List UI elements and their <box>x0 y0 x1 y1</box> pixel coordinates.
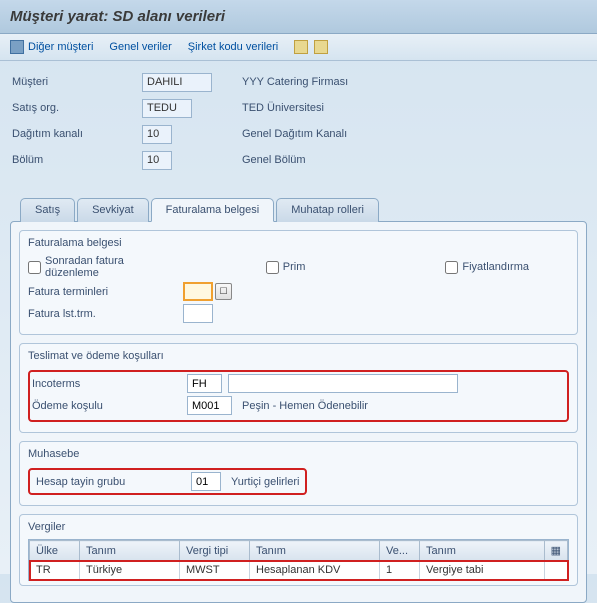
tax-class[interactable]: 1 <box>380 561 420 580</box>
col-desc2[interactable]: Tanım <box>250 541 380 561</box>
general-data-link[interactable]: Genel veriler <box>109 41 171 53</box>
pricing-label: Fiyatlandırma <box>462 261 529 273</box>
tax-desc2: Hesaplanan KDV <box>250 561 380 580</box>
delivery-payment-group: Teslimat ve ödeme koşulları Incoterms Öd… <box>19 343 578 433</box>
tax-type[interactable]: MWST <box>180 561 250 580</box>
invoice-terms-f4[interactable]: ☐ <box>215 283 232 300</box>
dist-channel-input[interactable] <box>142 125 172 144</box>
acct-assign-desc: Yurtiçi gelirleri <box>231 476 299 488</box>
later-invoice-label: Sonradan fatura düzenleme <box>45 255 166 279</box>
taxes-group: Vergiler Ülke Tanım Vergi tipi Tanım Ve.… <box>19 514 578 586</box>
customer-input[interactable] <box>142 73 212 92</box>
tax-row[interactable]: TR Türkiye MWST Hesaplanan KDV 1 Vergiye… <box>30 561 568 580</box>
pricing-checkbox-wrap[interactable]: Fiyatlandırma <box>445 261 529 274</box>
tax-table: Ülke Tanım Vergi tipi Tanım Ve... Tanım … <box>29 540 568 580</box>
dist-channel-desc: Genel Dağıtım Kanalı <box>242 128 347 140</box>
sales-org-desc: TED Üniversitesi <box>242 102 324 114</box>
col-desc3[interactable]: Tanım <box>420 541 545 561</box>
later-invoice-checkbox[interactable] <box>28 261 41 274</box>
prim-checkbox-wrap[interactable]: Prim <box>266 261 306 274</box>
tax-country[interactable]: TR <box>30 561 80 580</box>
col-country[interactable]: Ülke <box>30 541 80 561</box>
tab-sales[interactable]: Satış <box>20 198 75 222</box>
delivery-payment-title: Teslimat ve ödeme koşulları <box>28 348 569 368</box>
delivery-highlight: Incoterms Ödeme koşulu Peşin - Hemen Öde… <box>28 370 569 422</box>
tax-desc: Türkiye <box>80 561 180 580</box>
incoterms-label: Incoterms <box>32 378 187 390</box>
dist-channel-label: Dağıtım kanalı <box>12 128 142 140</box>
other-customer-label: Diğer müşteri <box>28 41 93 53</box>
title-bar: Müşteri yarat: SD alanı verileri <box>0 0 597 34</box>
invoice-list-input[interactable] <box>183 304 213 323</box>
col-tax-class[interactable]: Ve... <box>380 541 420 561</box>
tab-partners[interactable]: Muhatap rolleri <box>276 198 379 222</box>
tax-desc3: Vergiye tabi <box>420 561 545 580</box>
division-label: Bölüm <box>12 154 142 166</box>
billing-doc-group: Faturalama belgesi Sonradan fatura düzen… <box>19 230 578 335</box>
tab-billing[interactable]: Faturalama belgesi <box>151 198 275 222</box>
customer-desc: YYY Catering Firması <box>242 76 348 88</box>
pricing-checkbox[interactable] <box>445 261 458 274</box>
acct-assign-input[interactable] <box>191 472 221 491</box>
tab-shipping[interactable]: Sevkiyat <box>77 198 149 222</box>
accounting-group: Muhasebe Hesap tayin grubu Yurtiçi gelir… <box>19 441 578 506</box>
toolbar: Diğer müşteri Genel veriler Şirket kodu … <box>0 34 597 61</box>
sales-org-label: Satış org. <box>12 102 142 114</box>
division-input[interactable] <box>142 151 172 170</box>
incoterms-input[interactable] <box>187 374 222 393</box>
header-form: Müşteri YYY Catering Firması Satış org. … <box>0 61 597 185</box>
payment-terms-label: Ödeme koşulu <box>32 400 187 412</box>
invoice-list-label: Fatura lst.trm. <box>28 308 183 320</box>
acct-assign-label: Hesap tayin grubu <box>36 476 191 488</box>
other-customer-icon <box>10 40 24 54</box>
accounting-title: Muhasebe <box>28 446 569 466</box>
tax-row-tools <box>544 561 567 580</box>
doc-icon-2[interactable] <box>314 40 328 54</box>
tab-strip: Satış Sevkiyat Faturalama belgesi Muhata… <box>0 197 597 221</box>
invoice-terms-label: Fatura terminleri <box>28 286 183 298</box>
accounting-highlight: Hesap tayin grubu Yurtiçi gelirleri <box>28 468 307 495</box>
col-tax-type[interactable]: Vergi tipi <box>180 541 250 561</box>
billing-doc-title: Faturalama belgesi <box>28 235 569 255</box>
company-code-data-link[interactable]: Şirket kodu verileri <box>188 41 278 53</box>
doc-icon-1[interactable] <box>294 40 308 54</box>
division-desc: Genel Bölüm <box>242 154 306 166</box>
page-title: Müşteri yarat: SD alanı verileri <box>10 8 587 25</box>
customer-label: Müşteri <box>12 76 142 88</box>
other-customer-link[interactable]: Diğer müşteri <box>10 40 93 54</box>
table-config-icon[interactable]: ▦ <box>544 541 567 561</box>
later-invoice-checkbox-wrap[interactable]: Sonradan fatura düzenleme <box>28 255 166 279</box>
payment-terms-input[interactable] <box>187 396 232 415</box>
sales-org-input[interactable] <box>142 99 192 118</box>
tax-table-wrapper: Ülke Tanım Vergi tipi Tanım Ve... Tanım … <box>28 539 569 581</box>
prim-label: Prim <box>283 261 306 273</box>
incoterms-text-input[interactable] <box>228 374 458 393</box>
prim-checkbox[interactable] <box>266 261 279 274</box>
col-desc[interactable]: Tanım <box>80 541 180 561</box>
tab-panel: Faturalama belgesi Sonradan fatura düzen… <box>10 221 587 603</box>
taxes-title: Vergiler <box>28 519 569 539</box>
invoice-terms-input[interactable] <box>183 282 213 301</box>
payment-terms-desc: Peşin - Hemen Ödenebilir <box>242 400 368 412</box>
